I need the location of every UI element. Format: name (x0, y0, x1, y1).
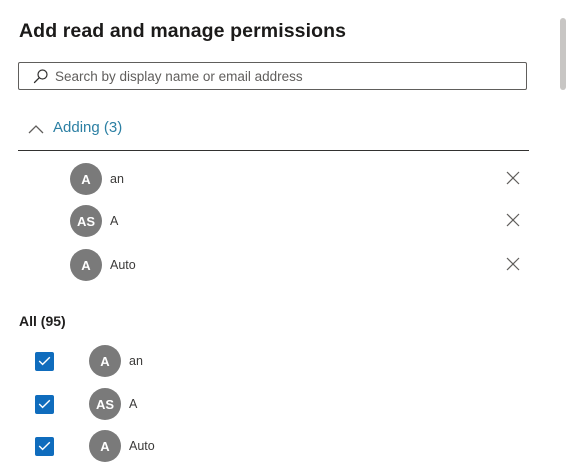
added-user-row: A Auto (70, 249, 530, 281)
user-name: an (110, 172, 124, 186)
avatar: A (70, 249, 102, 281)
search-icon (32, 67, 50, 85)
scrollbar-thumb[interactable] (560, 18, 566, 90)
user-name: A (129, 397, 138, 411)
adding-section-label: Adding (3) (53, 119, 123, 136)
user-row: A an (35, 345, 455, 377)
close-icon (506, 213, 520, 227)
avatar: AS (70, 205, 102, 237)
select-user-checkbox[interactable] (35, 436, 54, 456)
checkmark-icon (38, 356, 51, 366)
remove-user-button[interactable] (506, 171, 520, 185)
adding-section-toggle[interactable]: Adding (3) (28, 119, 122, 136)
close-icon (506, 257, 520, 271)
section-divider (18, 150, 529, 151)
user-row: A Auto (35, 430, 455, 462)
search-input[interactable] (55, 68, 495, 84)
remove-user-button[interactable] (506, 213, 520, 227)
search-box[interactable] (18, 62, 527, 90)
added-user-row: A an (70, 163, 530, 195)
permissions-panel: Add read and manage permissions Adding (… (0, 0, 566, 465)
user-name: an (129, 354, 143, 368)
chevron-up-icon (28, 122, 44, 134)
close-icon (506, 171, 520, 185)
checkmark-icon (38, 399, 51, 409)
remove-user-button[interactable] (506, 257, 520, 271)
avatar: A (89, 430, 121, 462)
user-name: Auto (110, 258, 136, 272)
user-name: Auto (129, 439, 155, 453)
checkmark-icon (38, 441, 51, 451)
avatar: A (70, 163, 102, 195)
all-section-label: All (95) (19, 313, 66, 329)
avatar: A (89, 345, 121, 377)
select-user-checkbox[interactable] (35, 351, 54, 371)
added-user-row: AS A (70, 205, 530, 237)
user-name: A (110, 214, 119, 228)
select-user-checkbox[interactable] (35, 394, 54, 414)
page-title: Add read and manage permissions (19, 20, 347, 42)
user-row: AS A (35, 388, 455, 420)
avatar: AS (89, 388, 121, 420)
